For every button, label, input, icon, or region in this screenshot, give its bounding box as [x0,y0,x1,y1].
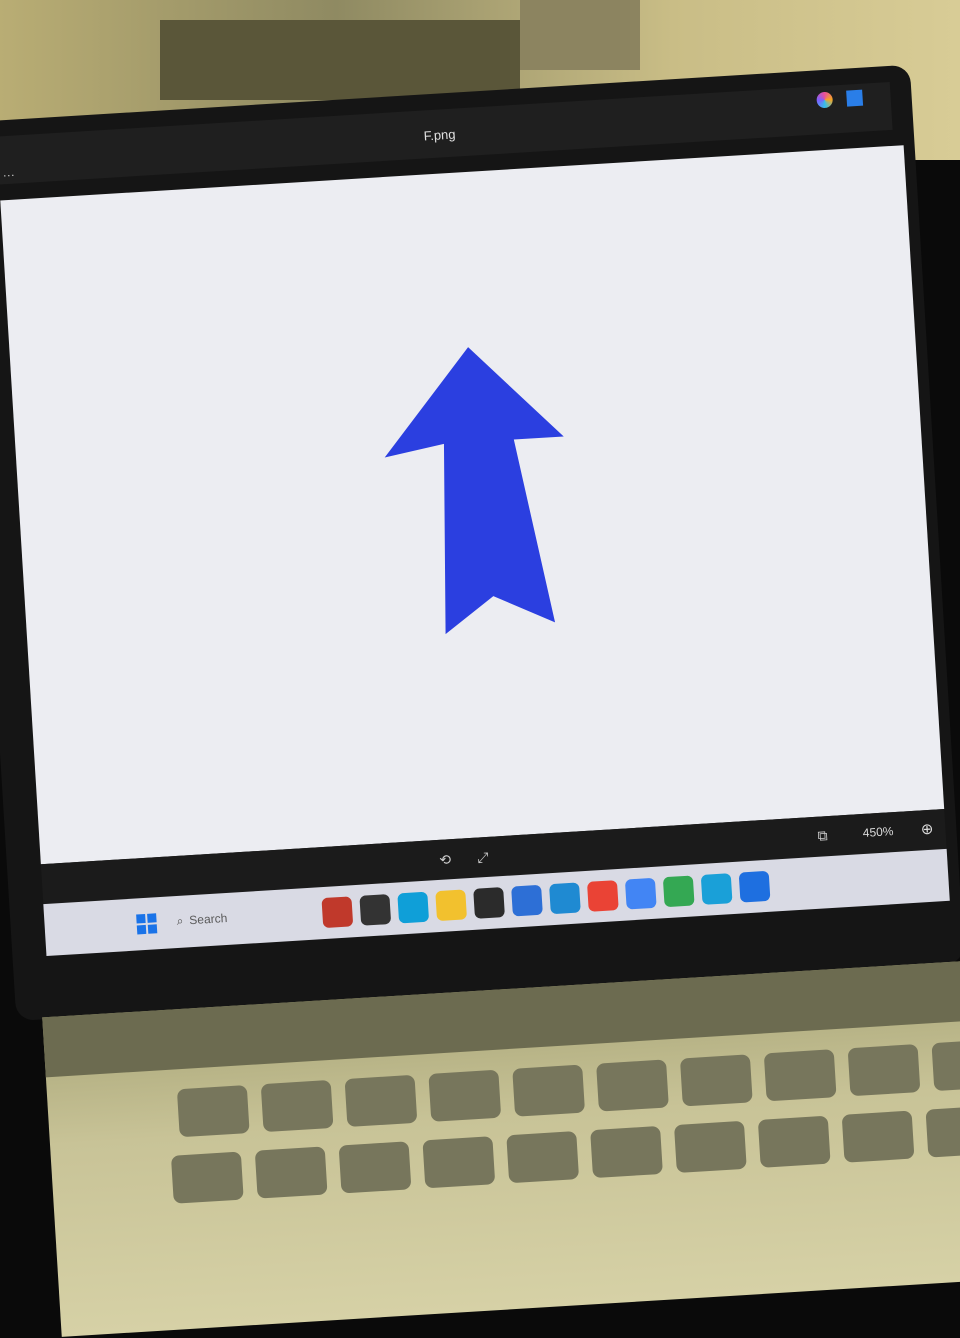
key[interactable] [596,1059,669,1112]
app-tray-icon[interactable] [846,89,864,107]
windows-start-icon[interactable] [136,913,158,935]
search-placeholder: Search [188,910,228,928]
key[interactable] [679,1054,753,1107]
key[interactable] [260,1079,334,1133]
key[interactable] [757,1115,831,1168]
laptop: ··· F.png ⟲ ⤢ ⧉ 450% ⊕ ⌕ Search [0,0,960,1337]
app-colorful-icon[interactable] [321,896,354,929]
key[interactable] [847,1044,921,1097]
app-blue-icon[interactable] [511,884,543,917]
console-icon[interactable] [473,887,505,919]
key[interactable] [506,1131,580,1184]
key[interactable] [841,1110,915,1163]
vscode-icon[interactable] [549,882,581,915]
keyboard-deck [42,958,960,1337]
key[interactable] [344,1074,418,1127]
search-icon: ⌕ [176,913,184,928]
key[interactable] [925,1105,960,1158]
chrome-icon[interactable] [586,880,619,912]
key[interactable] [931,1038,960,1092]
file-explorer-icon[interactable] [435,889,468,922]
chrome-alt-icon[interactable] [662,875,695,908]
arrow-shape [384,347,564,635]
image-canvas [0,145,945,865]
fit-icon[interactable]: ⤢ [477,849,489,867]
edge-alt-icon[interactable] [700,873,733,905]
key[interactable] [338,1141,412,1194]
edge-icon[interactable] [397,891,430,924]
chrome-variant-icon[interactable] [624,877,657,910]
key[interactable] [763,1049,837,1102]
key[interactable] [512,1064,586,1117]
zoom-in-icon[interactable]: ⊕ [920,820,934,839]
key[interactable] [170,1151,244,1204]
key[interactable] [176,1085,250,1138]
taskbar-search[interactable]: ⌕ Search [176,903,297,932]
key[interactable] [673,1120,747,1173]
crop-icon[interactable]: ⧉ [817,827,828,845]
key[interactable] [254,1146,328,1199]
blue-arrow-image [384,347,564,635]
key[interactable] [590,1125,663,1179]
menu-dots-icon[interactable]: ··· [2,168,15,183]
key[interactable] [428,1069,502,1122]
zoom-level[interactable]: 450% [862,824,894,840]
rotate-icon[interactable]: ⟲ [439,851,452,869]
photos-icon[interactable] [738,870,771,903]
key[interactable] [422,1136,496,1189]
terminal-icon[interactable] [359,894,392,926]
